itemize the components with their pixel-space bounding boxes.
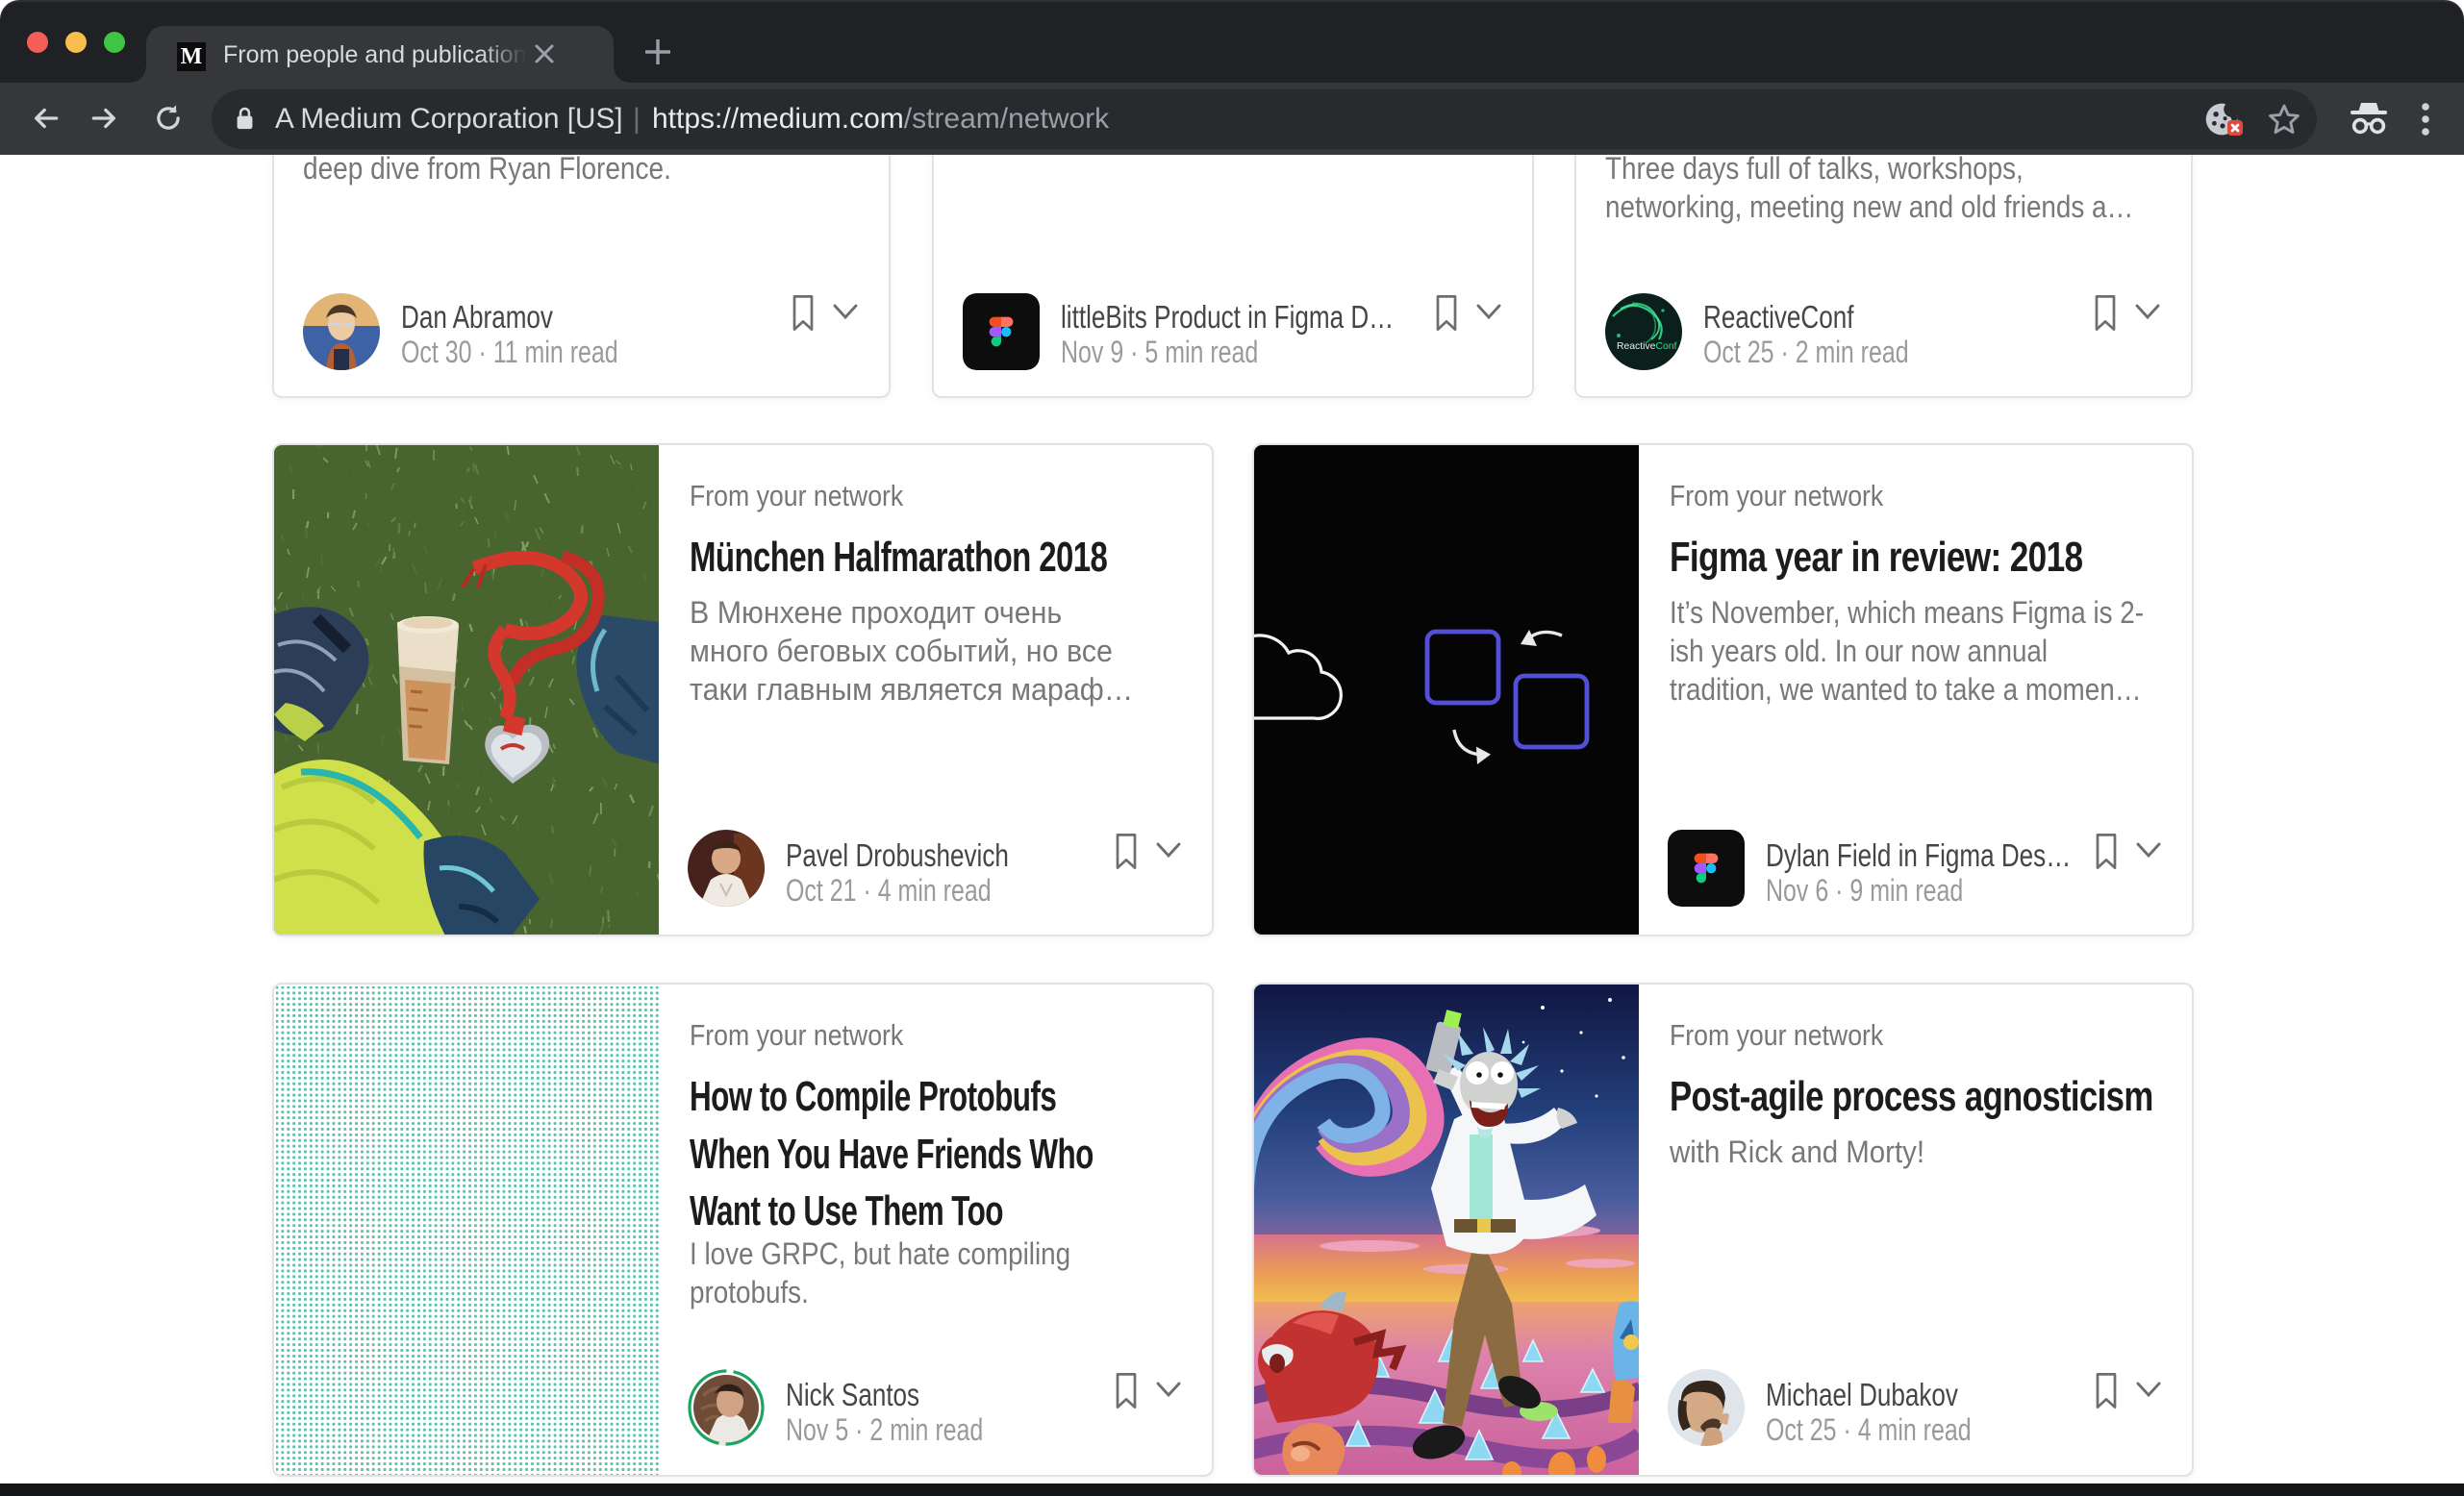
svg-text:ReactiveConf: ReactiveConf: [1617, 341, 1676, 352]
